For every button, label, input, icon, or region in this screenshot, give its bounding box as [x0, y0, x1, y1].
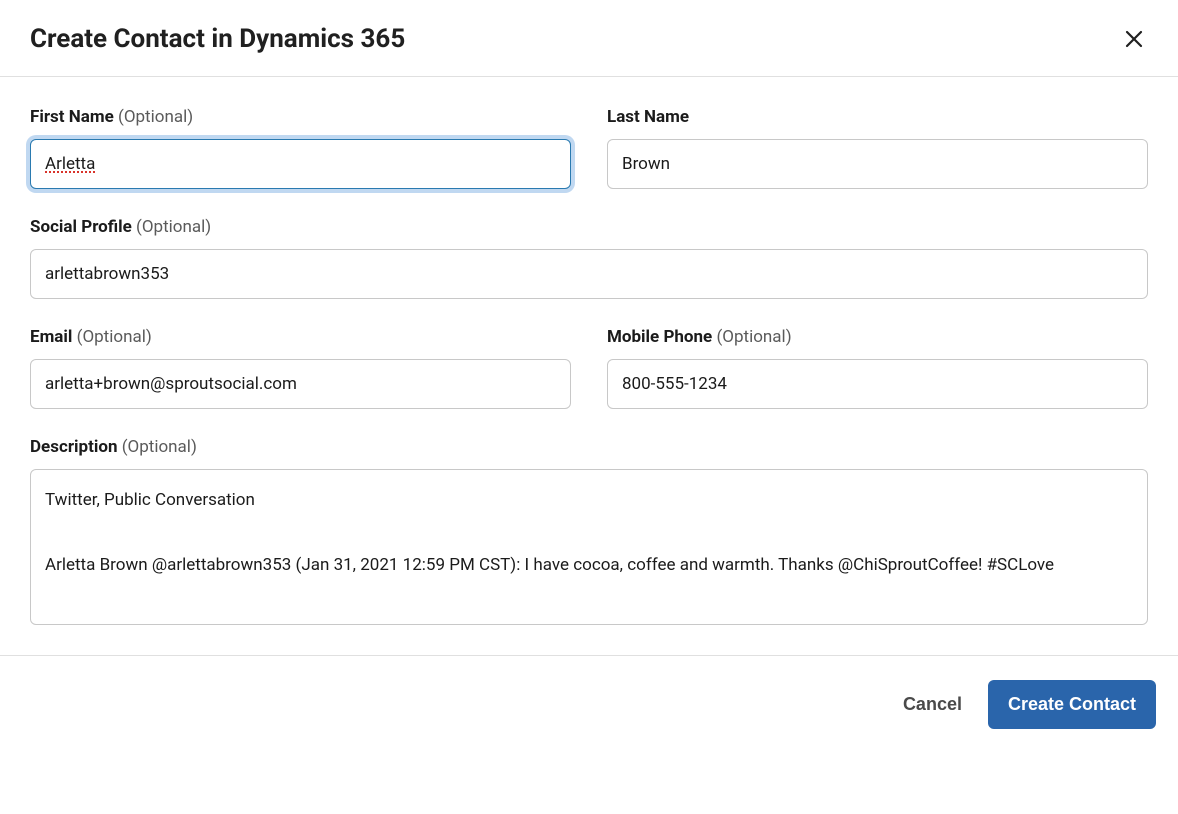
- close-button[interactable]: [1120, 25, 1148, 53]
- cancel-button[interactable]: Cancel: [899, 686, 966, 723]
- first-name-input[interactable]: Arletta: [30, 139, 571, 189]
- mobile-phone-input[interactable]: [607, 359, 1148, 409]
- row-description: Description (Optional) Twitter, Public C…: [30, 437, 1148, 625]
- create-contact-button[interactable]: Create Contact: [988, 680, 1156, 729]
- description-label: Description (Optional): [30, 437, 1148, 457]
- close-icon: [1124, 29, 1144, 49]
- last-name-input[interactable]: [607, 139, 1148, 189]
- first-name-label-text: First Name: [30, 107, 114, 127]
- social-profile-label: Social Profile (Optional): [30, 217, 1148, 237]
- social-profile-label-text: Social Profile: [30, 217, 132, 237]
- modal-header: Create Contact in Dynamics 365: [0, 0, 1178, 77]
- row-name: First Name (Optional) Arletta Last Name: [30, 107, 1148, 189]
- first-name-optional: (Optional): [118, 107, 193, 127]
- mobile-phone-label: Mobile Phone (Optional): [607, 327, 1148, 347]
- last-name-label: Last Name: [607, 107, 1148, 127]
- row-social-profile: Social Profile (Optional): [30, 217, 1148, 299]
- field-mobile-phone: Mobile Phone (Optional): [607, 327, 1148, 409]
- email-input[interactable]: [30, 359, 571, 409]
- field-description: Description (Optional) Twitter, Public C…: [30, 437, 1148, 625]
- email-optional: (Optional): [77, 327, 152, 347]
- create-contact-modal: Create Contact in Dynamics 365 First Nam…: [0, 0, 1178, 741]
- description-optional: (Optional): [122, 437, 197, 457]
- modal-footer: Cancel Create Contact: [0, 655, 1178, 741]
- field-email: Email (Optional): [30, 327, 571, 409]
- description-label-text: Description: [30, 437, 117, 457]
- email-label-text: Email: [30, 327, 72, 347]
- field-first-name: First Name (Optional) Arletta: [30, 107, 571, 189]
- row-email-phone: Email (Optional) Mobile Phone (Optional): [30, 327, 1148, 409]
- last-name-label-text: Last Name: [607, 107, 689, 127]
- social-profile-input[interactable]: [30, 249, 1148, 299]
- modal-body: First Name (Optional) Arletta Last Name …: [0, 77, 1178, 655]
- first-name-label: First Name (Optional): [30, 107, 571, 127]
- field-social-profile: Social Profile (Optional): [30, 217, 1148, 299]
- modal-title: Create Contact in Dynamics 365: [30, 24, 405, 54]
- description-input[interactable]: Twitter, Public Conversation Arletta Bro…: [30, 469, 1148, 625]
- mobile-phone-label-text: Mobile Phone: [607, 327, 712, 347]
- social-profile-optional: (Optional): [136, 217, 211, 237]
- field-last-name: Last Name: [607, 107, 1148, 189]
- email-label: Email (Optional): [30, 327, 571, 347]
- first-name-value: Arletta: [45, 154, 95, 174]
- mobile-phone-optional: (Optional): [716, 327, 791, 347]
